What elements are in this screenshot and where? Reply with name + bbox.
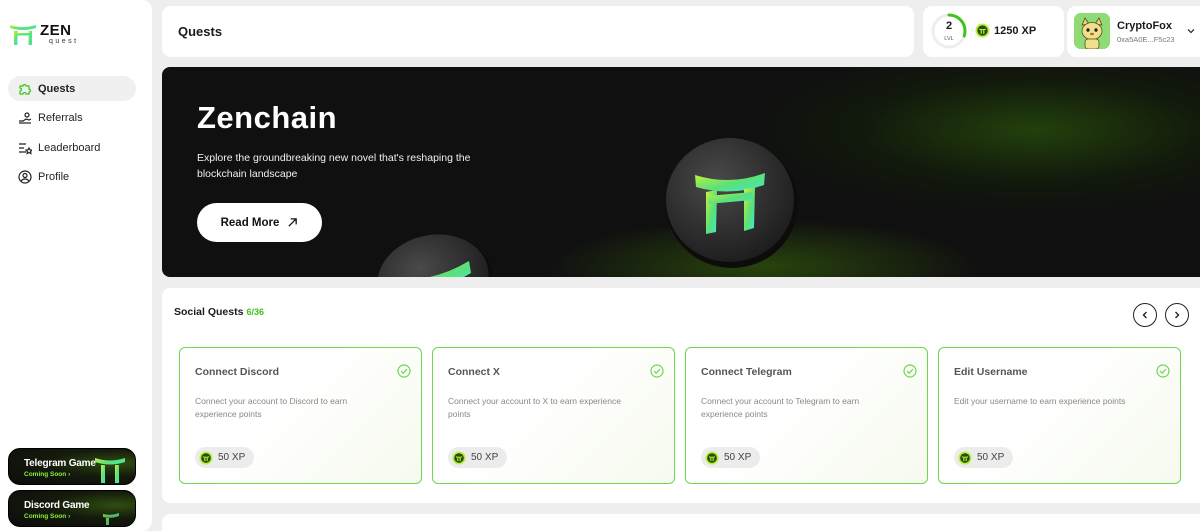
xp-coin-icon [958,450,972,465]
level-xp-panel[interactable]: 2 LVL 1250 XP [923,6,1064,57]
hero-banner: Zenchain Explore the groundbreaking new … [162,67,1200,277]
quest-reward-badge: 50 XP [701,447,761,468]
sidebar-item-profile[interactable]: Profile [8,165,136,190]
quest-reward: 50 XP [471,452,499,463]
check-circle-icon [1156,364,1170,378]
check-circle-icon [903,364,917,378]
puzzle-icon [19,83,32,95]
arrow-up-right-icon [288,218,298,227]
xp-coin-icon [705,450,719,465]
sidebar: ZEN quest Quests Referrals Leaderboard P… [0,0,152,531]
next-section-panel [162,514,1200,531]
user-menu[interactable]: CryptoFox 0xa5A0E...F5c23 [1067,6,1200,57]
quest-card-telegram[interactable]: Connect Telegram Connect your account to… [685,347,928,484]
level-value: 2 [945,20,953,32]
quest-reward: 50 XP [977,452,1005,463]
quest-title: Connect Telegram [701,366,792,378]
leaderboard-icon [19,142,32,155]
game-status: Coming Soon › [24,471,71,478]
quest-reward-badge: 50 XP [954,447,1014,468]
quest-description: Edit your username to earn experience po… [954,396,1126,406]
read-more-label: Read More [220,216,280,229]
carousel-next-button[interactable] [1165,303,1189,327]
quest-card-x[interactable]: Connect X Connect your account to X to e… [432,347,675,484]
chevron-right-icon: › [68,471,71,478]
page-header: Quests [162,6,914,57]
carousel-prev-button[interactable] [1133,303,1157,327]
sidebar-item-leaderboard[interactable]: Leaderboard [8,135,136,160]
chevron-right-icon [1175,311,1180,319]
chevron-right-icon: › [68,513,71,520]
avatar [1074,13,1110,49]
sidebar-item-label: Profile [38,171,70,183]
zen-gate-icon [103,513,119,525]
sidebar-item-label: Referrals [38,112,83,124]
sidebar-item-quests[interactable]: Quests [8,76,136,101]
brand-logo[interactable]: ZEN quest [9,22,79,46]
discord-game-card[interactable]: Discord Game Coming Soon › [8,490,136,527]
social-quests-panel: Social Quests 6/36 Connect Discord Connec… [162,288,1200,503]
referrals-icon [19,112,32,124]
user-name: CryptoFox [1117,20,1172,32]
hero-title: Zenchain [197,100,338,135]
sidebar-nav: Quests Referrals Leaderboard Profile [8,76,136,194]
chevron-left-icon [1142,311,1147,319]
quest-reward-badge: 50 XP [448,447,508,468]
quest-card-discord[interactable]: Connect Discord Connect your account to … [179,347,422,484]
sidebar-item-label: Quests [38,82,76,95]
zen-coin-image [377,234,493,277]
game-title: Telegram Game [24,458,96,469]
page-title: Quests [178,24,223,39]
xp-coin-icon [199,450,213,465]
quest-progress-count: 6/36 [246,307,264,317]
quest-title: Connect X [448,366,500,378]
wallet-address: 0xa5A0E...F5c23 [1117,35,1175,44]
quest-card-username[interactable]: Edit Username Edit your username to earn… [938,347,1181,484]
quest-title: Edit Username [954,366,1028,378]
quest-description: Connect your account to X to earn experi… [448,396,621,419]
section-title: Social Quests [174,306,244,318]
zen-logo-icon [10,25,36,45]
sidebar-item-referrals[interactable]: Referrals [8,106,136,131]
social-quests-heading: Social Quests 6/36 [174,306,264,318]
xp-total: 1250 XP [975,23,1036,38]
zen-gate-icon [95,458,125,483]
quest-description: Connect your account to Discord to earn … [195,396,348,419]
profile-icon [18,170,32,184]
telegram-game-card[interactable]: Telegram Game Coming Soon › [8,448,136,485]
game-status: Coming Soon › [24,513,71,520]
level-label: LVL [944,36,954,42]
brand-name: ZEN [40,22,72,39]
xp-amount: 1250 XP [994,24,1037,37]
quest-reward-badge: 50 XP [195,447,255,468]
xp-coin-icon [452,450,466,465]
check-circle-icon [397,364,411,378]
quest-title: Connect Discord [195,366,280,378]
read-more-button[interactable]: Read More [197,203,322,242]
quest-description: Connect your account to Telegram to earn… [701,396,860,419]
xp-coin-icon [975,23,990,38]
quest-reward: 50 XP [218,452,246,463]
check-circle-icon [650,364,664,378]
chevron-down-icon[interactable] [1186,26,1196,36]
quest-reward: 50 XP [724,452,752,463]
fox-avatar-icon [1074,13,1110,49]
game-title: Discord Game [24,500,90,511]
hero-description: Explore the groundbreaking new novel tha… [197,152,471,180]
zen-coin-image [666,138,798,268]
brand-sub: quest [49,38,79,45]
sidebar-item-label: Leaderboard [38,141,101,154]
